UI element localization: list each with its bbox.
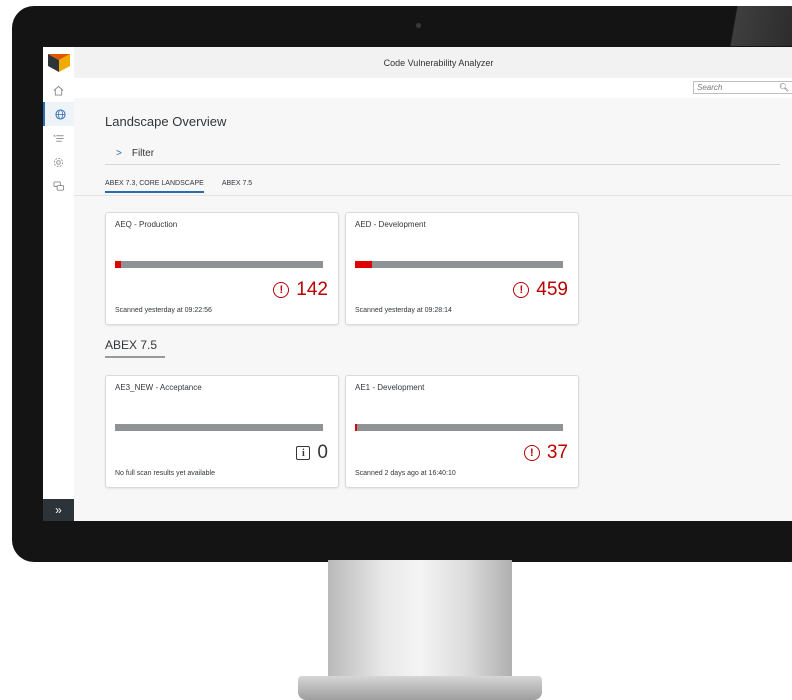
card-value: i 0 [296, 442, 328, 464]
alert-icon: ! [513, 282, 530, 298]
screen: » Code Vulnerability Analyzer Search 🔍︎ … [43, 47, 792, 521]
monitor-stand-base [298, 676, 542, 700]
search-input[interactable]: Search 🔍︎ [693, 81, 792, 94]
divider [74, 195, 792, 196]
scan-timestamp: Scanned yesterday at 09:28:14 [355, 307, 452, 314]
findings-count: 0 [317, 442, 328, 463]
findings-bar [115, 424, 323, 431]
card-title: AED - Development [355, 220, 426, 229]
tab-bar: ABEX 7.3, CORE LANDSCAPE ABEX 7.5 [105, 180, 252, 193]
card-value: ! 37 [523, 442, 568, 464]
filter-label: Filter [131, 148, 155, 159]
findings-bar-fill [355, 424, 358, 431]
findings-bar [355, 424, 563, 431]
scan-status: No full scan results yet available [115, 470, 215, 477]
list-icon[interactable] [43, 126, 74, 150]
app-title: Code Vulnerability Analyzer [383, 57, 494, 68]
app-logo [43, 47, 74, 78]
system-card-aeq[interactable]: AEQ - Production ! 142 Scanned yesterday… [105, 212, 339, 325]
card-title: AE3_NEW - Acceptance [115, 383, 202, 392]
tab-abex-75[interactable]: ABEX 7.5 [222, 180, 252, 193]
page-title: Landscape Overview [105, 114, 227, 129]
divider [105, 164, 780, 165]
filter-toggle[interactable]: > Filter [116, 148, 154, 159]
findings-bar-fill [355, 261, 372, 268]
webcam [416, 23, 421, 28]
alert-icon: ! [273, 282, 290, 298]
card-value: ! 459 [513, 279, 568, 301]
findings-bar [355, 261, 563, 268]
system-card-ae3-new[interactable]: AE3_NEW - Acceptance i 0 No full scan re… [105, 375, 339, 488]
tab-abex-73-core[interactable]: ABEX 7.3, CORE LANDSCAPE [105, 180, 204, 193]
findings-count: 37 [546, 442, 568, 463]
alert-icon: ! [523, 445, 540, 461]
shell-bar: Code Vulnerability Analyzer [74, 47, 792, 79]
findings-bar [115, 261, 323, 268]
findings-count: 459 [536, 279, 568, 300]
main-content: Landscape Overview > Filter ABEX 7.3, COR… [74, 98, 792, 521]
scan-timestamp: Scanned yesterday at 09:22:56 [115, 307, 212, 314]
card-title: AE1 - Development [355, 383, 425, 392]
home-icon[interactable] [43, 78, 74, 102]
info-icon: i [296, 446, 311, 460]
system-card-aed[interactable]: AED - Development ! 459 Scanned yesterda… [345, 212, 579, 325]
chevron-right-icon: > [116, 148, 122, 159]
scan-timestamp: Scanned 2 days ago at 16:40:10 [355, 470, 456, 477]
settings-icon[interactable] [43, 150, 74, 174]
chat-icon[interactable] [43, 174, 74, 198]
side-navigation: » [43, 47, 76, 521]
search-placeholder: Search [697, 83, 723, 92]
toolbar: Search 🔍︎ [74, 78, 792, 99]
monitor-stand-neck [328, 560, 512, 680]
card-value: ! 142 [273, 279, 328, 301]
section-underline [105, 356, 165, 358]
section-title: ABEX 7.5 [105, 338, 158, 352]
expand-nav-button[interactable]: » [43, 499, 74, 521]
monitor-frame: » Code Vulnerability Analyzer Search 🔍︎ … [12, 6, 792, 562]
card-title: AEQ - Production [115, 220, 178, 229]
findings-bar-fill [115, 261, 122, 268]
system-card-ae1[interactable]: AE1 - Development ! 37 Scanned 2 days ag… [345, 375, 579, 488]
globe-icon[interactable] [43, 102, 76, 126]
search-icon[interactable]: 🔍︎ [779, 83, 789, 92]
findings-count: 142 [296, 279, 328, 300]
